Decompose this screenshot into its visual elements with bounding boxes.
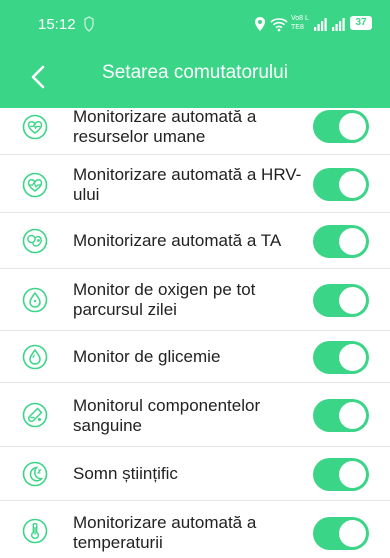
- setting-label: Monitor de glicemie: [73, 347, 221, 366]
- setting-row-glucose: Monitor de glicemie: [0, 331, 390, 383]
- app-header: 15:12 Vo8 LTE8 37 Setarea comutatorului: [0, 0, 390, 108]
- toggle-switch[interactable]: [313, 517, 369, 550]
- location-icon: [255, 17, 265, 31]
- thermometer-icon: [22, 518, 48, 544]
- signal-icon: [314, 18, 327, 31]
- setting-row-sleep: Somn științific: [0, 447, 390, 501]
- setting-label: Monitorizare automată a HRV-ului: [73, 165, 302, 204]
- toggle-knob: [339, 461, 366, 488]
- setting-label: Monitorizare automată a temperaturii: [73, 513, 257, 552]
- toggle-switch[interactable]: [313, 399, 369, 432]
- battery-level: 37: [355, 17, 367, 28]
- toggle-switch[interactable]: [313, 110, 369, 143]
- setting-row-heart-rate: Monitorizare automată a resurselor umane: [0, 97, 390, 155]
- toggle-knob: [339, 171, 366, 198]
- toggle-knob: [339, 402, 366, 429]
- toggle-knob: [339, 113, 366, 140]
- setting-label: Monitorizare automată a resurselor umane: [73, 107, 257, 146]
- blood-pressure-icon: [22, 228, 48, 254]
- toggle-knob: [339, 287, 366, 314]
- network-type-label: Vo8 LTE8: [291, 15, 309, 31]
- shield-icon: [84, 16, 94, 32]
- toggle-knob: [339, 228, 366, 255]
- toggle-knob: [339, 520, 366, 547]
- toggle-switch[interactable]: [313, 225, 369, 258]
- wifi-icon: [270, 18, 288, 32]
- battery-icon: 37: [350, 16, 372, 30]
- hrv-icon: [22, 172, 48, 198]
- signal-icon: [332, 18, 345, 31]
- blood-tube-icon: [22, 402, 48, 428]
- oxygen-drop-icon: [22, 287, 48, 313]
- setting-row-blood-pressure: Monitorizare automată a TA: [0, 213, 390, 269]
- status-bar: 15:12 Vo8 LTE8 37: [0, 0, 390, 50]
- toggle-switch[interactable]: [313, 458, 369, 491]
- status-time: 15:12: [38, 16, 76, 33]
- toggle-switch[interactable]: [313, 284, 369, 317]
- toggle-switch[interactable]: [313, 168, 369, 201]
- setting-row-hrv: Monitorizare automată a HRV-ului: [0, 155, 390, 213]
- glucose-drop-icon: [22, 344, 48, 370]
- setting-label: Monitorul componentelor sanguine: [73, 396, 261, 435]
- setting-row-oxygen: Monitor de oxigen pe tot parcursul zilei: [0, 269, 390, 331]
- toggle-switch[interactable]: [313, 341, 369, 374]
- setting-label: Somn științific: [73, 464, 178, 483]
- setting-label: Monitor de oxigen pe tot parcursul zilei: [73, 280, 256, 319]
- toggle-knob: [339, 344, 366, 371]
- setting-label: Monitorizare automată a TA: [73, 231, 282, 250]
- moon-sleep-icon: [22, 461, 48, 487]
- setting-row-blood-components: Monitorul componentelor sanguine: [0, 383, 390, 447]
- setting-row-temperature: Monitorizare automată a temperaturii: [0, 501, 390, 558]
- page-title: Setarea comutatorului: [102, 62, 288, 83]
- heart-rate-icon: [22, 114, 48, 140]
